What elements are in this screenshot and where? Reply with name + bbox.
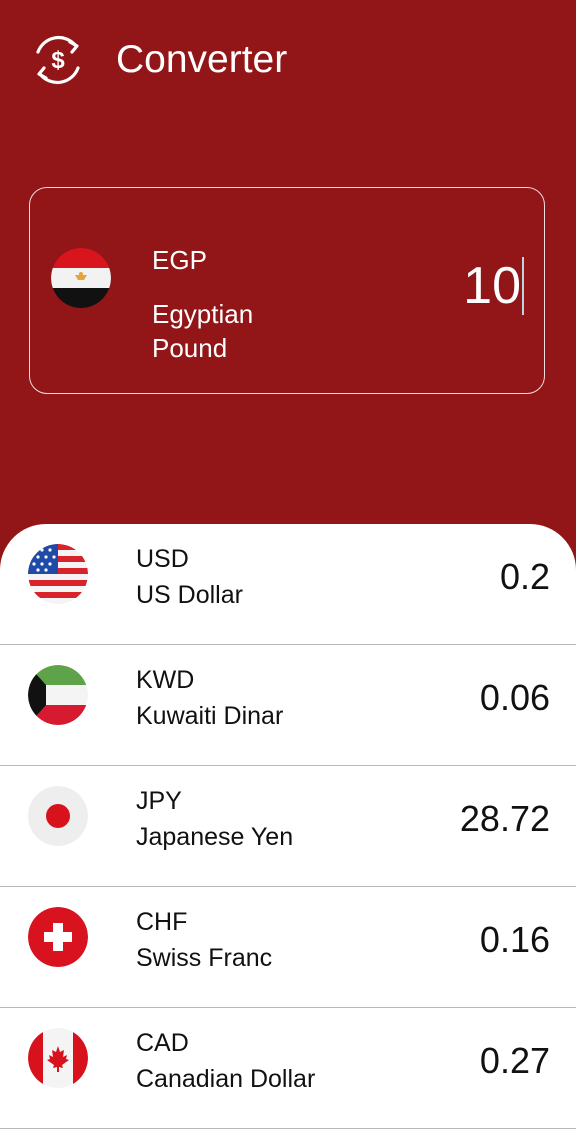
base-currency-name: Egyptian Pound bbox=[152, 299, 254, 363]
base-currency-card[interactable]: EGP Egyptian Pound 10 bbox=[29, 187, 545, 394]
currency-code: CAD bbox=[136, 1029, 189, 1057]
currency-exchange-icon: $ bbox=[36, 35, 80, 85]
base-currency-code: EGP bbox=[152, 245, 207, 275]
currency-code: CHF bbox=[136, 908, 188, 936]
converted-value: 28.72 bbox=[459, 798, 550, 839]
app-title: Converter bbox=[116, 38, 288, 81]
egypt-flag-icon[interactable] bbox=[51, 248, 111, 308]
svg-text:$: $ bbox=[51, 47, 65, 74]
currency-name: US Dollar bbox=[136, 581, 243, 609]
canada-flag-icon bbox=[28, 1028, 88, 1088]
result-row-jpy[interactable]: JPY Japanese Yen 28.72 bbox=[0, 766, 576, 887]
japan-flag-icon bbox=[28, 786, 88, 846]
currency-code: USD bbox=[136, 545, 189, 573]
usa-flag-icon bbox=[28, 544, 88, 604]
amount-value[interactable]: 10 bbox=[463, 254, 521, 318]
app-header: $ Converter bbox=[0, 0, 576, 120]
currency-name: Japanese Yen bbox=[136, 823, 294, 851]
conversion-results-list: USD US Dollar 0.2 KWD Kuwaiti Dinar 0.06… bbox=[0, 524, 576, 1134]
result-row-chf[interactable]: CHF Swiss Franc 0.16 bbox=[0, 887, 576, 1008]
currency-code: JPY bbox=[136, 787, 182, 815]
result-row-usd[interactable]: USD US Dollar 0.2 bbox=[0, 524, 576, 645]
converted-value: 0.06 bbox=[479, 677, 550, 718]
kuwait-flag-icon bbox=[28, 665, 88, 725]
converted-value: 0.2 bbox=[499, 556, 550, 597]
converted-value: 0.27 bbox=[479, 1040, 550, 1081]
currency-name: Swiss Franc bbox=[136, 944, 273, 972]
text-cursor bbox=[522, 257, 524, 315]
currency-code: KWD bbox=[136, 666, 195, 694]
result-row-kwd[interactable]: KWD Kuwaiti Dinar 0.06 bbox=[0, 645, 576, 766]
amount-input[interactable]: 10 bbox=[463, 254, 524, 318]
currency-name: Kuwaiti Dinar bbox=[136, 702, 284, 730]
converted-value: 0.16 bbox=[479, 919, 550, 960]
currency-name: Canadian Dollar bbox=[136, 1065, 316, 1093]
switzerland-flag-icon bbox=[28, 907, 88, 967]
result-row-cad[interactable]: CAD Canadian Dollar 0.27 bbox=[0, 1008, 576, 1129]
